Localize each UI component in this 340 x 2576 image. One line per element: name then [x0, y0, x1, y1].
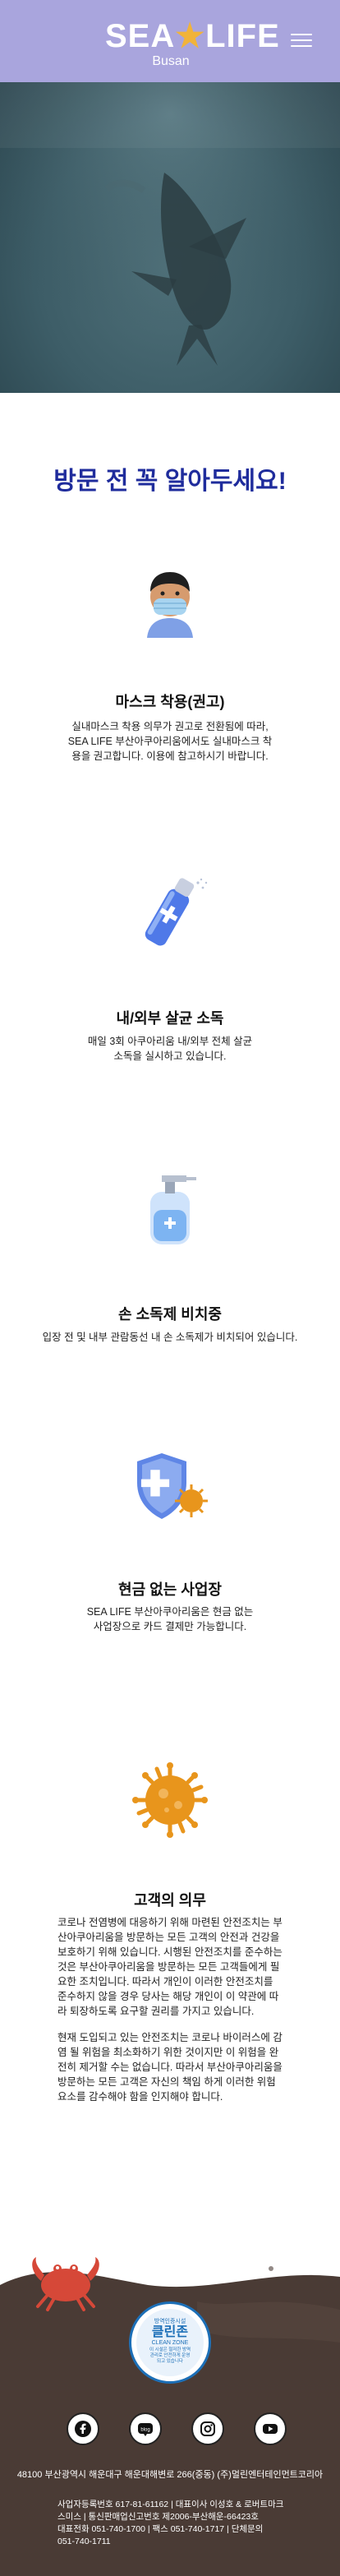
clean-zone-badge: 방역인증시설 클린존 CLEAN ZONE 이 시설은 철저한 방역 관리로 안전… — [129, 2301, 211, 2384]
notice-title: 손 소독제 비치중 — [118, 1306, 222, 1323]
badge-title: 클린존 — [151, 2325, 189, 2339]
starfish-icon: ★ — [175, 18, 206, 54]
notice-desc: 매일 3회 아쿠아리움 내/외부 전체 살균 소독을 실시하고 있습니다. — [87, 1036, 253, 1062]
hamburger-menu-icon[interactable] — [291, 30, 312, 51]
instagram-icon[interactable] — [191, 2412, 224, 2445]
footer-address: 48100 부산광역시 해운대구 해운대해변로 266(중동) (주)멀린엔터테… — [16, 2470, 324, 2480]
footer-business-info: 사업자등록번호 617-81-61162 | 대표이사 이성호 & 로버트마크 스… — [57, 2500, 284, 2546]
notice-desc: 입장 전 및 내부 관람동선 내 손 소독제가 비치되어 있습니다. — [42, 1332, 298, 1343]
notice-title: 내/외부 살균 소독 — [116, 1010, 224, 1027]
notice-desc: SEA LIFE 부산아쿠아리움은 현금 없는 사업장으로 카드 결제만 가능합니… — [86, 1606, 254, 1632]
disinfectant-spray-icon — [145, 878, 208, 946]
hand-sanitizer-icon — [150, 1175, 196, 1244]
youtube-icon[interactable] — [254, 2412, 287, 2445]
svg-text:blog: blog — [140, 2428, 149, 2433]
hero-image — [0, 82, 340, 393]
virus-icon — [132, 1762, 208, 1838]
duty-paragraph-1: 코로나 전염병에 대응하기 위해 마련된 안전조치는 부 산아쿠아리움을 방문하는… — [57, 1917, 283, 2017]
notice-title: 고객의 의무 — [134, 1892, 206, 1909]
masked-person-icon — [147, 572, 193, 638]
sealife-logo[interactable]: SEA★LIFE Busan — [105, 18, 280, 72]
facebook-icon[interactable] — [67, 2412, 99, 2445]
logo-wordmark: SEA★LIFE — [105, 18, 280, 54]
duty-paragraph-2: 현재 도입되고 있는 안전조치는 코로나 바이러스에 감염 될 위험을 최소화하… — [57, 2032, 283, 2103]
shark-image — [0, 82, 340, 393]
notice-title: 현금 없는 사업장 — [118, 1581, 222, 1598]
blog-icon[interactable]: blog — [129, 2412, 162, 2445]
logo-location: Busan — [152, 54, 190, 68]
notice-title: 마스크 착용(권고) — [115, 694, 225, 710]
site-header: SEA★LIFE Busan — [0, 0, 340, 82]
page-title: 방문 전 꼭 알아두세요! — [53, 468, 287, 495]
shield-virus-icon — [137, 1453, 208, 1519]
notice-desc: 실내마스크 착용 의무가 권고로 전환됨에 따라, SEA LIFE 부산아쿠아리… — [67, 721, 273, 762]
